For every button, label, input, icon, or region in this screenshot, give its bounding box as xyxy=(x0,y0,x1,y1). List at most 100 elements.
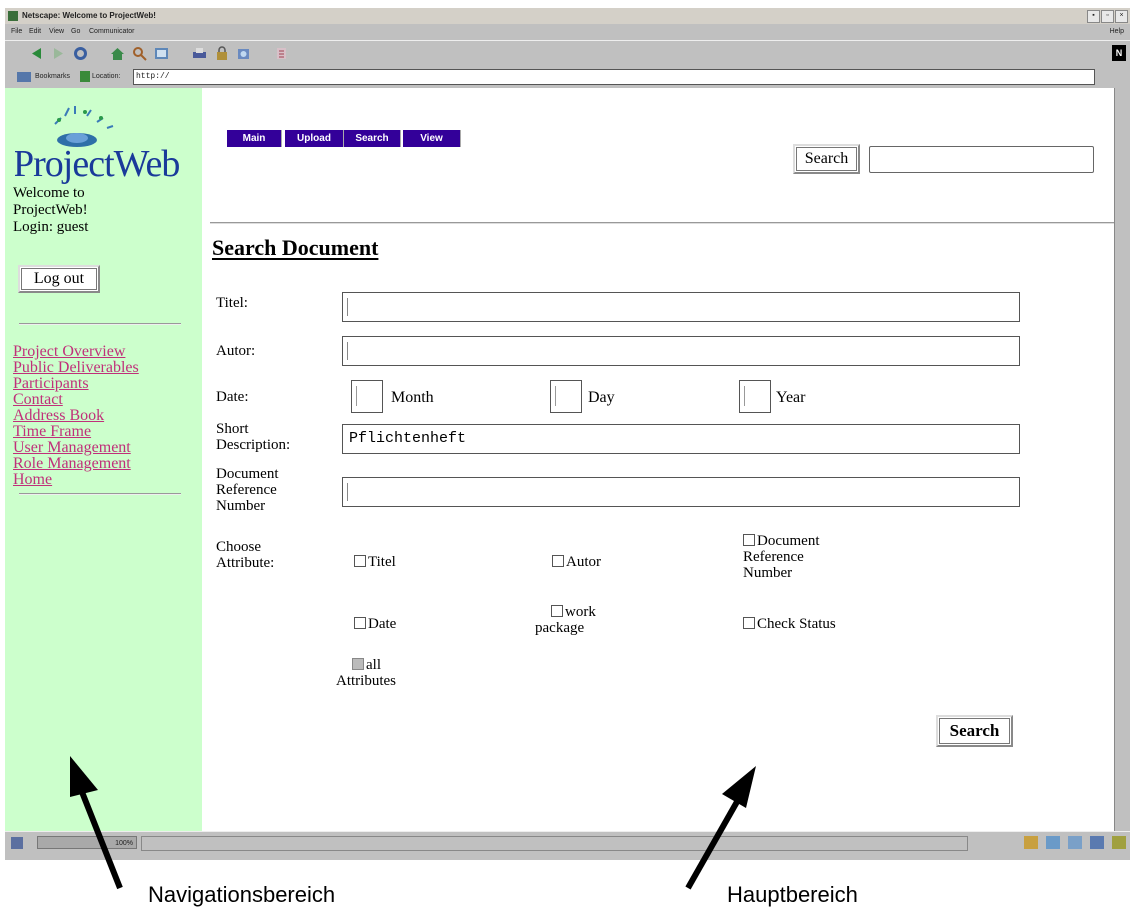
main-area-caption: Hauptbereich xyxy=(727,882,858,907)
minimize-button[interactable]: ▪ xyxy=(1087,10,1100,23)
security-lock-icon[interactable] xyxy=(11,837,23,849)
checkbox-icon xyxy=(551,605,563,617)
quick-search-input[interactable] xyxy=(869,146,1094,173)
status-bar: 100% xyxy=(5,831,1130,854)
nav-link-user-management[interactable]: User Management xyxy=(13,440,139,456)
netscape-guide-icon[interactable] xyxy=(153,45,170,62)
autor-label: Autor: xyxy=(216,343,256,359)
menu-file[interactable]: File xyxy=(11,28,22,35)
close-button[interactable]: × xyxy=(1115,10,1128,23)
tab-main[interactable]: Main xyxy=(227,130,282,147)
nav-link-role-management[interactable]: Role Management xyxy=(13,456,139,472)
composer-icon[interactable] xyxy=(1090,836,1104,849)
logout-button[interactable]: Log out xyxy=(18,265,100,293)
menu-help[interactable]: Help xyxy=(1110,28,1124,35)
day-input[interactable] xyxy=(550,380,582,413)
browser-window: Netscape: Welcome to ProjectWeb! ▪ ▫ × F… xyxy=(5,8,1130,860)
discussions-icon[interactable] xyxy=(1068,836,1082,849)
reload-icon[interactable] xyxy=(72,45,89,62)
page-viewport: ProjectWeb Welcome to ProjectWeb! Login:… xyxy=(5,88,1114,831)
menu-communicator[interactable]: Communicator xyxy=(89,28,135,35)
navigator-icon[interactable] xyxy=(1024,836,1038,849)
checkbox-icon xyxy=(743,617,755,629)
attr-check-status-checkbox[interactable]: Check Status xyxy=(743,616,836,632)
checkbox-icon xyxy=(354,617,366,629)
attr-autor-checkbox[interactable]: Autor xyxy=(552,554,601,570)
bookmarks-icon[interactable] xyxy=(17,72,31,82)
month-input[interactable] xyxy=(351,380,383,413)
autor-input[interactable] xyxy=(342,336,1020,366)
home-icon[interactable] xyxy=(109,45,126,62)
main-area: Main Upload Search View Search Search Do… xyxy=(202,88,1114,831)
nav-link-contact[interactable]: Contact xyxy=(13,392,139,408)
checkbox-icon xyxy=(743,534,755,546)
nav-link-project-overview[interactable]: Project Overview xyxy=(13,344,139,360)
navigation-toolbar: N xyxy=(5,40,1130,68)
stop-icon[interactable] xyxy=(273,45,290,62)
location-icon xyxy=(80,71,90,82)
tab-search[interactable]: Search xyxy=(344,130,401,147)
short-description-input[interactable]: Pflichtenheft xyxy=(342,424,1020,454)
checkbox-icon xyxy=(352,658,364,670)
menu-view[interactable]: View xyxy=(49,28,64,35)
checkbox-icon xyxy=(552,555,564,567)
quick-search-button[interactable]: Search xyxy=(793,144,860,174)
security-icon[interactable] xyxy=(213,45,230,62)
nav-divider-bottom xyxy=(19,493,181,495)
main-divider xyxy=(210,222,1114,224)
nav-link-public-deliverables[interactable]: Public Deliverables xyxy=(13,360,139,376)
search-submit-button[interactable]: Search xyxy=(936,715,1013,747)
location-toolbar: Bookmarks Location: http:// xyxy=(5,67,1130,87)
status-message xyxy=(141,836,968,851)
date-label: Date: xyxy=(216,389,249,405)
projectweb-logo: ProjectWeb xyxy=(15,106,180,185)
docref-input[interactable] xyxy=(342,477,1020,507)
attr-date-checkbox[interactable]: Date xyxy=(354,616,396,632)
nav-link-participants[interactable]: Participants xyxy=(13,376,139,392)
vertical-scrollbar[interactable] xyxy=(1114,88,1130,831)
maximize-button[interactable]: ▫ xyxy=(1101,10,1114,23)
component-bar xyxy=(1024,836,1126,849)
short-description-label: Short Description: xyxy=(216,421,291,453)
attr-docref-checkbox[interactable]: Document Reference Number xyxy=(743,533,819,581)
netscape-app-icon xyxy=(8,11,18,21)
print-icon[interactable] xyxy=(191,45,208,62)
nav-link-time-frame[interactable]: Time Frame xyxy=(13,424,139,440)
bookmarks-button[interactable]: Bookmarks xyxy=(35,73,70,80)
menu-edit[interactable]: Edit xyxy=(29,28,41,35)
tab-view[interactable]: View xyxy=(403,130,461,147)
checkbox-icon xyxy=(354,555,366,567)
nav-link-address-book[interactable]: Address Book xyxy=(13,408,139,424)
url-field[interactable]: http:// xyxy=(133,69,1095,85)
progress-indicator: 100% xyxy=(37,836,137,849)
forward-icon[interactable] xyxy=(50,45,67,62)
shop-icon[interactable] xyxy=(235,45,252,62)
tab-upload[interactable]: Upload xyxy=(285,130,344,147)
title-bar: Netscape: Welcome to ProjectWeb! ▪ ▫ × xyxy=(5,8,1130,24)
year-input[interactable] xyxy=(739,380,771,413)
page-title: Search Document xyxy=(212,235,379,260)
nav-link-list: Project Overview Public Deliverables Par… xyxy=(13,344,139,488)
login-status: Login: guest xyxy=(13,219,89,235)
logo-text: ProjectWeb xyxy=(15,143,179,185)
welcome-text: Welcome to ProjectWeb! xyxy=(13,185,88,218)
location-label: Location: xyxy=(92,73,121,80)
attr-all-checkbox[interactable]: all Attributes xyxy=(336,657,396,689)
docref-label: Document Reference Number xyxy=(216,466,279,514)
back-icon[interactable] xyxy=(28,45,45,62)
attr-work-package-checkbox[interactable]: work package xyxy=(535,604,596,636)
dock-icon[interactable] xyxy=(1112,836,1126,849)
nav-link-home[interactable]: Home xyxy=(13,472,139,488)
mail-icon[interactable] xyxy=(1046,836,1060,849)
search-web-icon[interactable] xyxy=(131,45,148,62)
nav-divider-top xyxy=(19,323,181,325)
day-label: Day xyxy=(588,389,615,406)
titel-input[interactable] xyxy=(342,292,1020,322)
netscape-logo-icon: N xyxy=(1112,45,1126,61)
titel-label: Titel: xyxy=(216,295,248,311)
attr-titel-checkbox[interactable]: Titel xyxy=(354,554,396,570)
month-label: Month xyxy=(391,389,434,406)
menu-go[interactable]: Go xyxy=(71,28,80,35)
menu-bar: File Edit View Go Communicator Help xyxy=(5,25,1130,39)
choose-attribute-label: Choose Attribute: xyxy=(216,539,275,571)
